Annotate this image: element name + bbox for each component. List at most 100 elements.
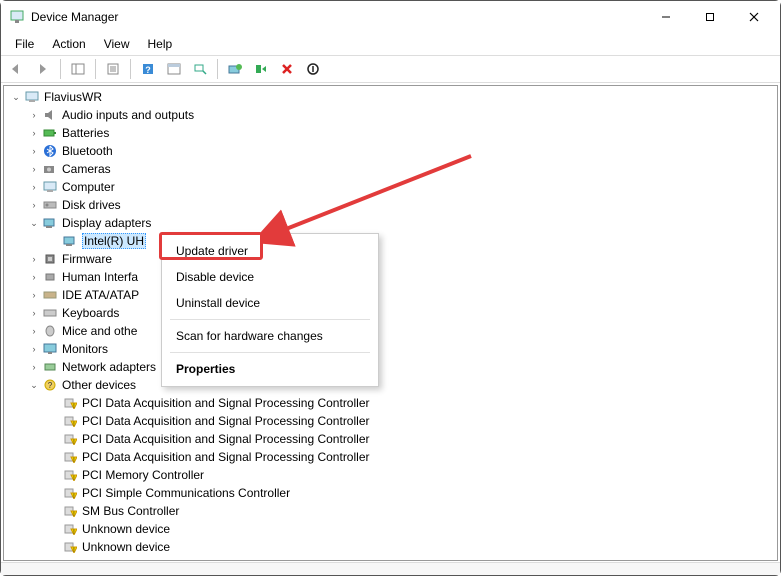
root-label: FlaviusWR (44, 90, 102, 104)
properties-button[interactable] (101, 58, 125, 80)
show-hide-tree-button[interactable] (66, 58, 90, 80)
tree-category-cameras[interactable]: › Cameras (4, 160, 777, 178)
category-label: Display adapters (62, 216, 151, 230)
category-label: Computer (62, 180, 115, 194)
tree-category-disk[interactable]: › Disk drives (4, 196, 777, 214)
no-toggle (48, 397, 60, 409)
device-label: Unknown device (82, 522, 170, 536)
window-title: Device Manager (31, 10, 644, 24)
category-label: Keyboards (62, 306, 119, 320)
computer-icon (42, 179, 58, 195)
chevron-right-icon[interactable]: › (28, 199, 40, 211)
chevron-right-icon[interactable]: › (28, 307, 40, 319)
display-adapter-icon (42, 215, 58, 231)
uninstall-button[interactable] (275, 58, 299, 80)
tree-category-ide[interactable]: › IDE ATA/ATAP (4, 286, 777, 304)
toolbar-separator (217, 59, 218, 79)
chevron-right-icon[interactable]: › (28, 181, 40, 193)
tree-device-other[interactable]: ! Unknown device (4, 538, 777, 556)
tree-device-other[interactable]: ! PCI Data Acquisition and Signal Proces… (4, 448, 777, 466)
chevron-right-icon[interactable]: › (28, 145, 40, 157)
maximize-button[interactable] (688, 2, 732, 32)
no-toggle (48, 487, 60, 499)
tree-category-firmware[interactable]: › Firmware (4, 250, 777, 268)
category-label: IDE ATA/ATAP (62, 288, 139, 302)
tree-category-computer[interactable]: › Computer (4, 178, 777, 196)
tree-category-hid[interactable]: › Human Interfa (4, 268, 777, 286)
category-label: Human Interfa (62, 270, 138, 284)
chevron-down-icon[interactable]: ⌄ (28, 217, 40, 229)
device-label: PCI Simple Communications Controller (82, 486, 290, 500)
hid-icon (42, 269, 58, 285)
category-label: Bluetooth (62, 144, 113, 158)
chevron-right-icon[interactable]: › (28, 325, 40, 337)
update-driver-button[interactable] (223, 58, 247, 80)
tree-device-other[interactable]: ! SM Bus Controller (4, 502, 777, 520)
svg-text:?: ? (48, 381, 53, 390)
action-button[interactable] (162, 58, 186, 80)
chevron-right-icon[interactable]: › (28, 271, 40, 283)
chevron-down-icon[interactable]: ⌄ (28, 379, 40, 391)
device-tree[interactable]: ⌄ FlaviusWR › Audio inputs and outputs ›… (4, 86, 777, 560)
battery-icon (42, 125, 58, 141)
tree-device-other[interactable]: ! PCI Data Acquisition and Signal Proces… (4, 430, 777, 448)
tree-category-network[interactable]: › Network adapters (4, 358, 777, 376)
warning-device-icon: ! (62, 467, 78, 483)
chevron-right-icon[interactable]: › (28, 253, 40, 265)
help-button[interactable]: ? (136, 58, 160, 80)
camera-icon (42, 161, 58, 177)
chevron-right-icon[interactable]: › (28, 127, 40, 139)
tree-device-intel-gpu[interactable]: Intel(R) UH (4, 232, 777, 250)
menu-file[interactable]: File (7, 35, 42, 53)
status-bar (1, 562, 780, 575)
device-label: SM Bus Controller (82, 504, 179, 518)
chevron-down-icon[interactable]: ⌄ (10, 91, 22, 103)
tree-device-other[interactable]: ! PCI Data Acquisition and Signal Proces… (4, 394, 777, 412)
context-separator (170, 352, 370, 353)
back-button[interactable] (5, 58, 29, 80)
forward-button[interactable] (31, 58, 55, 80)
tree-category-mice[interactable]: › Mice and othe (4, 322, 777, 340)
computer-icon (24, 89, 40, 105)
no-toggle (48, 523, 60, 535)
minimize-button[interactable] (644, 2, 688, 32)
warning-device-icon: ! (62, 521, 78, 537)
chevron-right-icon[interactable]: › (28, 343, 40, 355)
disable-device-button[interactable] (301, 58, 325, 80)
tree-category-monitors[interactable]: › Monitors (4, 340, 777, 358)
tree-category-other[interactable]: ⌄ ? Other devices (4, 376, 777, 394)
no-toggle (48, 433, 60, 445)
scan-button[interactable] (188, 58, 212, 80)
context-separator (170, 319, 370, 320)
context-uninstall-device[interactable]: Uninstall device (162, 290, 378, 316)
tree-device-other[interactable]: ! PCI Data Acquisition and Signal Proces… (4, 412, 777, 430)
no-toggle (48, 235, 60, 247)
toolbar: ? (1, 55, 780, 83)
tree-device-other[interactable]: ! PCI Simple Communications Controller (4, 484, 777, 502)
tree-category-keyboards[interactable]: › Keyboards (4, 304, 777, 322)
context-properties[interactable]: Properties (162, 356, 378, 382)
chevron-right-icon[interactable]: › (28, 109, 40, 121)
chevron-right-icon[interactable]: › (28, 163, 40, 175)
tree-device-other[interactable]: ! PCI Memory Controller (4, 466, 777, 484)
context-scan-hardware[interactable]: Scan for hardware changes (162, 323, 378, 349)
context-update-driver[interactable]: Update driver (162, 238, 378, 264)
no-toggle (48, 415, 60, 427)
tree-category-batteries[interactable]: › Batteries (4, 124, 777, 142)
chevron-right-icon[interactable]: › (28, 289, 40, 301)
tree-device-other[interactable]: ! Unknown device (4, 520, 777, 538)
menu-help[interactable]: Help (140, 35, 181, 53)
warning-device-icon: ! (62, 539, 78, 555)
menu-action[interactable]: Action (44, 35, 93, 53)
enable-device-button[interactable] (249, 58, 273, 80)
tree-root[interactable]: ⌄ FlaviusWR (4, 88, 777, 106)
tree-category-audio[interactable]: › Audio inputs and outputs (4, 106, 777, 124)
tree-category-display[interactable]: ⌄ Display adapters (4, 214, 777, 232)
close-button[interactable] (732, 2, 776, 32)
category-label: Audio inputs and outputs (62, 108, 194, 122)
context-disable-device[interactable]: Disable device (162, 264, 378, 290)
tree-category-bluetooth[interactable]: › Bluetooth (4, 142, 777, 160)
category-label: Cameras (62, 162, 111, 176)
menu-view[interactable]: View (96, 35, 138, 53)
chevron-right-icon[interactable]: › (28, 361, 40, 373)
